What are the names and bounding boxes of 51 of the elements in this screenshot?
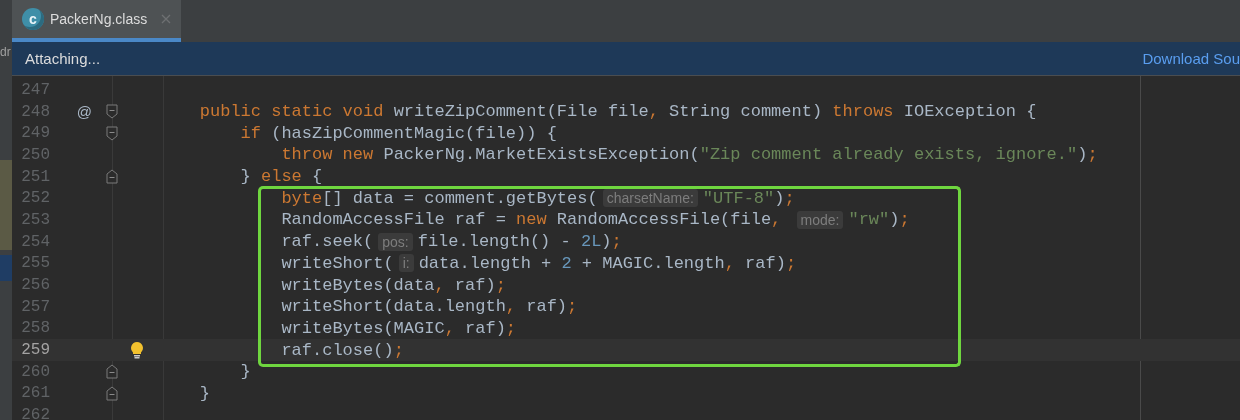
- code-text: public static void writeZipComment(File file, String comment) throws IOException {: [199, 102, 1037, 122]
- code-text: }: [240, 362, 251, 382]
- line-number: 248: [20, 102, 50, 121]
- line-number: 251: [20, 167, 50, 186]
- parameter-hint: mode:: [796, 210, 844, 229]
- line-number: 255: [20, 254, 50, 273]
- code-text: RandomAccessFile raf = new RandomAccessFile(file,: [281, 210, 783, 230]
- line-number: 261: [20, 384, 50, 403]
- code-text: writeBytes(MAGIC, raf);: [281, 318, 517, 338]
- list-row-selection: [0, 255, 12, 281]
- line-number: 256: [20, 276, 50, 295]
- code-text: throw new PackerNg.MarketExistsException("Zip comment already exists, ignore.");: [281, 145, 1098, 165]
- code-text: } else {: [240, 167, 323, 187]
- code-text: writeShort(: [281, 253, 394, 273]
- code-text: raf.close();: [281, 340, 404, 360]
- editor-tab[interactable]: c PackerNg.class: [12, 0, 182, 42]
- code-text: file.length() - 2L);: [417, 232, 622, 252]
- line-number: 250: [20, 145, 50, 164]
- code-text: writeShort(data.length, raf);: [281, 297, 578, 317]
- fold-end-icon[interactable]: [106, 385, 118, 401]
- code-text: byte[] data = comment.getBytes(: [281, 188, 598, 208]
- code-text: writeBytes(data, raf);: [281, 275, 506, 295]
- code-text: raf.seek(: [281, 232, 374, 252]
- line-number: 260: [20, 362, 50, 381]
- code-text: "UTF-8");: [702, 188, 795, 208]
- parameter-hint: i:: [398, 254, 414, 273]
- code-text: "rw");: [848, 210, 910, 230]
- line-number: 262: [20, 406, 50, 420]
- line-number: 259: [20, 341, 50, 360]
- fold-icon[interactable]: [106, 125, 118, 141]
- panel-text: dr: [0, 44, 11, 60]
- status-message: Attaching...: [25, 50, 101, 67]
- fold-end-icon[interactable]: [106, 169, 118, 185]
- override-marker[interactable]: @: [76, 103, 92, 121]
- download-link[interactable]: Download Sou: [1142, 50, 1240, 67]
- parameter-hint: pos:: [378, 232, 413, 251]
- lightbulb-icon[interactable]: [130, 341, 144, 360]
- line-number: 247: [20, 80, 50, 99]
- fold-icon[interactable]: [106, 104, 118, 120]
- class-file-icon: c: [22, 8, 44, 30]
- line-number: 253: [20, 210, 50, 229]
- fold-end-icon[interactable]: [106, 364, 118, 380]
- code-text: }: [199, 383, 210, 403]
- parameter-hint: charsetName:: [602, 189, 698, 208]
- code-text: if (hasZipCommentMagic(file)) {: [240, 123, 557, 143]
- line-number: 249: [20, 124, 50, 143]
- line-number: 258: [20, 319, 50, 338]
- line-number: 252: [20, 189, 50, 208]
- line-number: 254: [20, 232, 50, 251]
- code-text: data.length + 2 + MAGIC.length, raf);: [418, 253, 797, 273]
- line-number: 257: [20, 297, 50, 316]
